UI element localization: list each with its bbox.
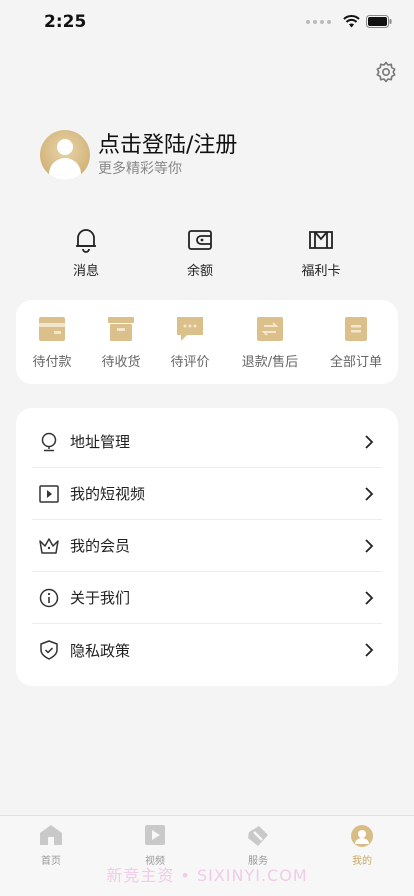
tab-video[interactable]: 视频 [125, 824, 185, 867]
info-icon [38, 587, 60, 609]
order-pending-payment[interactable]: 待付款 [14, 317, 90, 370]
order-refund[interactable]: 退款/售后 [232, 317, 308, 370]
settings-menu: 地址管理 我的短视频 我的会员 关于我们 隐私政策 [16, 408, 398, 686]
balance-label: 余额 [186, 264, 213, 279]
bell-icon [76, 229, 96, 253]
order-pending-receipt[interactable]: 待收货 [83, 317, 159, 370]
service-icon [248, 826, 268, 846]
settings-gear-icon[interactable] [374, 60, 398, 84]
box-icon [108, 317, 134, 341]
messages-label: 消息 [72, 264, 99, 279]
benefit-card-button[interactable]: 福利卡 [281, 226, 361, 279]
menu-short-videos-label: 我的短视频 [70, 485, 146, 503]
location-icon [38, 431, 60, 453]
list-icon [345, 317, 367, 341]
user-icon [351, 825, 373, 847]
order-pending-review[interactable]: 待评价 [152, 317, 228, 370]
crown-icon [38, 535, 60, 557]
menu-address[interactable]: 地址管理 [32, 416, 382, 468]
order-all-label: 全部订单 [329, 355, 382, 370]
profile-header[interactable]: 点击登陆/注册 更多精彩等你 [40, 130, 237, 180]
quick-actions: 消息 余额 福利卡 [0, 226, 414, 286]
menu-membership[interactable]: 我的会员 [32, 520, 382, 572]
order-all[interactable]: 全部订单 [318, 317, 394, 370]
payment-icon [39, 317, 65, 341]
menu-address-label: 地址管理 [70, 433, 131, 451]
card-icon [309, 231, 333, 249]
avatar[interactable] [40, 130, 90, 180]
chevron-right-icon [365, 434, 374, 449]
menu-privacy[interactable]: 隐私政策 [32, 624, 382, 676]
menu-about-label: 关于我们 [70, 589, 131, 607]
orders-panel: 待付款 待收货 待评价 退款/售后 全部订单 [16, 300, 398, 384]
status-bar: 2:25 [0, 0, 414, 48]
balance-button[interactable]: 余额 [160, 226, 240, 279]
order-pending-receipt-label: 待收货 [101, 355, 141, 370]
video-icon [38, 483, 60, 505]
refund-icon [257, 317, 283, 341]
login-register-link[interactable]: 点击登陆/注册 [98, 132, 237, 160]
order-refund-label: 退款/售后 [241, 355, 299, 370]
shield-icon [38, 639, 60, 661]
wallet-icon [188, 230, 212, 250]
chevron-right-icon [365, 590, 374, 605]
wifi-icon [343, 15, 360, 28]
menu-about[interactable]: 关于我们 [32, 572, 382, 624]
video-icon [145, 825, 165, 845]
chevron-right-icon [365, 538, 374, 553]
profile-subtitle: 更多精彩等你 [98, 161, 182, 177]
status-time: 2:25 [44, 12, 87, 32]
watermark: 新竞主资 • SIXINYI.COM [106, 866, 308, 885]
home-icon [40, 825, 62, 845]
battery-icon [366, 15, 392, 28]
tab-mine[interactable]: 我的 [332, 824, 392, 867]
comment-icon [177, 317, 203, 341]
menu-privacy-label: 隐私政策 [70, 641, 131, 660]
order-pending-payment-label: 待付款 [32, 355, 72, 370]
tab-service[interactable]: 服务 [228, 824, 288, 867]
menu-membership-label: 我的会员 [70, 537, 131, 555]
messages-button[interactable]: 消息 [46, 226, 126, 279]
chevron-right-icon [365, 486, 374, 501]
chevron-right-icon [365, 643, 374, 657]
menu-short-videos[interactable]: 我的短视频 [32, 468, 382, 520]
benefit-card-label: 福利卡 [301, 264, 341, 279]
signal-icon [306, 19, 331, 24]
order-pending-review-label: 待评价 [170, 355, 210, 370]
status-icons [306, 15, 392, 28]
tab-home[interactable]: 首页 [21, 824, 81, 867]
